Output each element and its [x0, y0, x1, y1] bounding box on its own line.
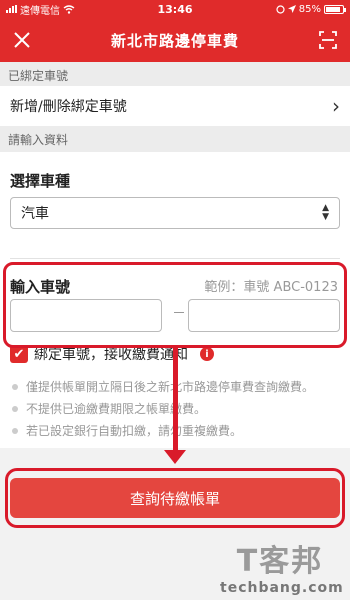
rotation-lock-icon	[276, 4, 285, 14]
query-bills-button[interactable]: 查詢待繳帳單	[10, 478, 340, 518]
divider	[10, 258, 340, 259]
wifi-icon	[63, 4, 75, 14]
battery-icon	[324, 4, 346, 14]
watermark: T客邦 techbang.com	[220, 536, 344, 596]
info-icon[interactable]: i	[200, 347, 214, 361]
status-bar: 遠傳電信 13:46 85%	[0, 0, 350, 18]
vehicle-type-value: 汽車	[21, 206, 49, 222]
bound-plates-header: 已綁定車號	[0, 62, 350, 86]
signal-icon	[6, 5, 17, 13]
scan-button[interactable]	[306, 18, 350, 62]
plate-highlight-annotation	[3, 262, 347, 348]
watermark-logo: T客邦	[236, 544, 324, 579]
close-icon	[14, 32, 30, 48]
page-title: 新北市路邊停車費	[110, 31, 239, 50]
annotation-arrow-head	[164, 450, 186, 464]
vehicle-type-select[interactable]: 汽車 ▲ ▼	[10, 197, 340, 229]
note-item: 不提供已逾繳費期限之帳單繳費。	[10, 400, 330, 418]
location-arrow-icon	[287, 5, 296, 13]
battery-percent: 85%	[298, 3, 321, 15]
status-left: 遠傳電信	[6, 2, 126, 17]
watermark-url: techbang.com	[220, 580, 344, 596]
carrier-name: 遠傳電信	[20, 5, 60, 17]
chevron-right-icon: ›	[332, 94, 340, 118]
annotation-arrow-shaft	[173, 348, 178, 454]
note-item: 僅提供帳單開立隔日後之新北市路邊停車費查詢繳費。	[10, 378, 330, 396]
input-data-header: 請輸入資料	[0, 126, 350, 152]
select-arrows-icon: ▲ ▼	[322, 203, 329, 222]
note-item: 若已設定銀行自動扣繳，請勿重複繳費。	[10, 422, 330, 440]
manage-bound-plates-link[interactable]: 新增/刪除綁定車號 ›	[0, 86, 350, 126]
close-button[interactable]	[0, 18, 44, 62]
status-time: 13:46	[157, 2, 193, 16]
vehicle-type-label: 選擇車種	[10, 172, 71, 190]
app-bar: 新北市路邊停車費	[0, 18, 350, 62]
notes-list: 僅提供帳單開立隔日後之新北市路邊停車費查詢繳費。 不提供已逾繳費期限之帳單繳費。…	[10, 378, 330, 444]
manage-bound-plates-label: 新增/刪除綁定車號	[10, 99, 127, 115]
status-right: 85%	[224, 3, 346, 15]
scan-icon	[319, 31, 337, 49]
